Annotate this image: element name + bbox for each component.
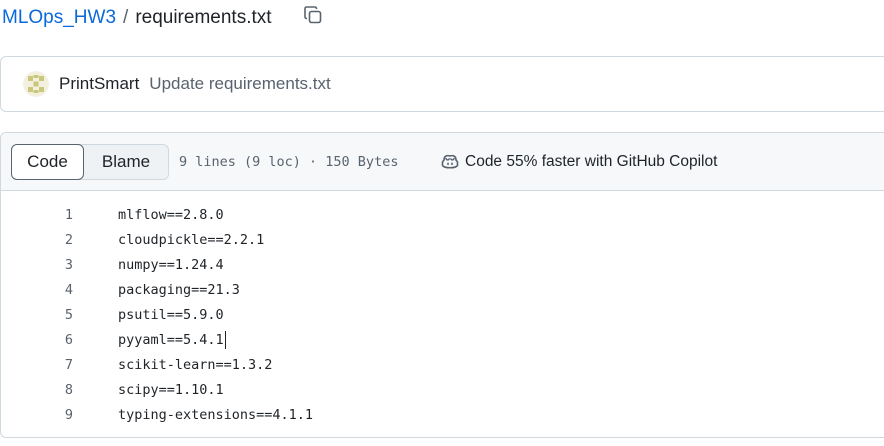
- line-content: cloudpickle==2.2.1: [118, 231, 265, 248]
- copilot-promo-link[interactable]: Code 55% faster with GitHub Copilot: [440, 133, 717, 190]
- line-number[interactable]: 7: [1, 357, 73, 373]
- line-content: pyyaml==5.4.1: [118, 331, 224, 348]
- code-line: 7 scikit-learn==1.3.2: [1, 352, 884, 377]
- code-line: 5 psutil==5.9.0: [1, 302, 884, 327]
- tab-code[interactable]: Code: [11, 143, 84, 180]
- code-line: 2 cloudpickle==2.2.1: [1, 227, 884, 252]
- commit-author[interactable]: PrintSmart: [59, 74, 139, 94]
- repo-link[interactable]: MLOps_HW3: [2, 7, 116, 29]
- file-stats: 9 lines (9 loc) · 150 Bytes: [179, 153, 399, 170]
- code-line: 4 packaging==21.3: [1, 277, 884, 302]
- copilot-icon: [440, 152, 460, 172]
- avatar[interactable]: [23, 71, 49, 97]
- line-content: packaging==21.3: [118, 281, 240, 298]
- copy-path-button[interactable]: [300, 4, 326, 30]
- code-line: 1 mlflow==2.8.0: [1, 202, 884, 227]
- line-number[interactable]: 5: [1, 307, 73, 323]
- code-line: 3 numpy==1.24.4: [1, 252, 884, 277]
- file-name: requirements.txt: [135, 7, 272, 28]
- line-number[interactable]: 8: [1, 382, 73, 398]
- file-viewer: Code Blame 9 lines (9 loc) · 150 Bytes C…: [0, 132, 884, 438]
- line-content: scikit-learn==1.3.2: [118, 356, 273, 373]
- identicon-avatar: [23, 71, 49, 97]
- tab-blame[interactable]: Blame: [84, 145, 168, 179]
- breadcrumb-separator: /: [123, 7, 129, 28]
- line-content: psutil==5.9.0: [118, 306, 224, 323]
- line-number[interactable]: 3: [1, 257, 73, 273]
- breadcrumb: MLOps_HW3 / requirements.txt: [2, 4, 272, 32]
- code-line: 8 scipy==1.10.1: [1, 377, 884, 402]
- code-line: 9 typing-extensions==4.1.1: [1, 402, 884, 427]
- line-number[interactable]: 4: [1, 282, 73, 298]
- code-line: 6 pyyaml==5.4.1: [1, 327, 884, 352]
- latest-commit-bar: PrintSmart Update requirements.txt: [0, 56, 884, 112]
- line-content: scipy==1.10.1: [118, 381, 224, 398]
- view-toggle: Code Blame: [11, 143, 169, 180]
- line-content: typing-extensions==4.1.1: [118, 406, 314, 423]
- line-content-with-cursor: pyyaml==5.4.1: [118, 330, 226, 349]
- line-number[interactable]: 2: [1, 232, 73, 248]
- line-content: numpy==1.24.4: [118, 256, 224, 273]
- line-number[interactable]: 1: [1, 207, 73, 223]
- commit-message[interactable]: Update requirements.txt: [149, 74, 330, 94]
- code-area[interactable]: 1 mlflow==2.8.0 2 cloudpickle==2.2.1 3 n…: [1, 191, 884, 427]
- line-number[interactable]: 6: [1, 332, 73, 348]
- copilot-promo-text: Code 55% faster with GitHub Copilot: [465, 152, 718, 170]
- file-header: Code Blame 9 lines (9 loc) · 150 Bytes C…: [1, 133, 884, 191]
- text-cursor: [224, 330, 226, 349]
- line-content: mlflow==2.8.0: [118, 206, 224, 223]
- copy-icon: [303, 5, 323, 30]
- line-number[interactable]: 9: [1, 407, 73, 423]
